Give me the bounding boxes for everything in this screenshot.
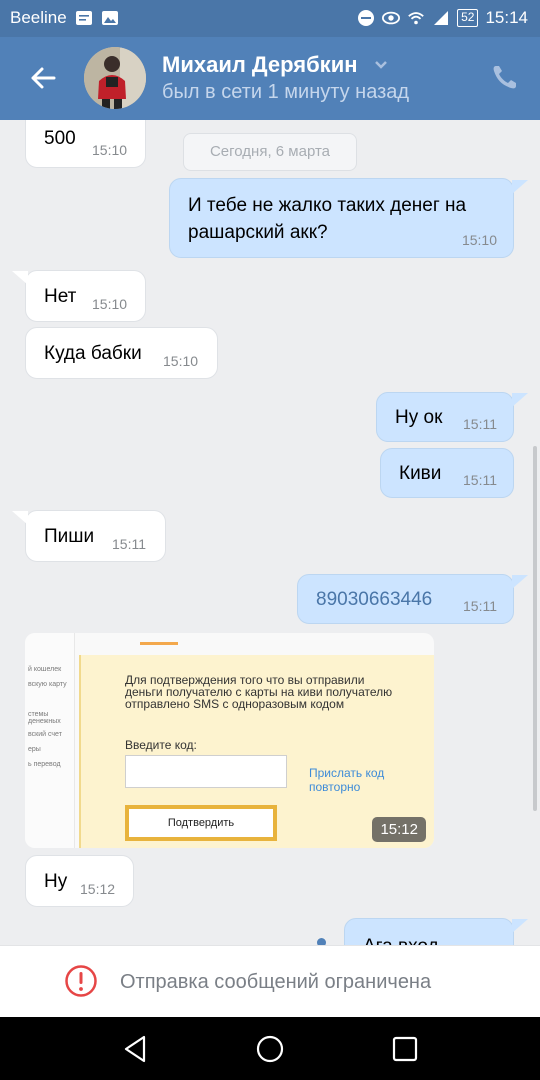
- message-outgoing[interactable]: Ну ок 15:11: [376, 392, 514, 442]
- screenshot-sidebar-item: вскую карту: [28, 681, 67, 688]
- screenshot-sidebar: й кошелек вскую карту стемы денежных вск…: [25, 633, 75, 848]
- message-incoming[interactable]: Куда бабки 15:10: [25, 327, 218, 379]
- message-text: Нет: [44, 286, 77, 307]
- message-time: 15:12: [80, 881, 116, 897]
- call-button[interactable]: [490, 62, 520, 92]
- carrier-label: Beeline: [10, 8, 67, 27]
- chat-header: Михаил Дерябкин был в сети 1 минуту наза…: [0, 37, 540, 120]
- screenshot-resend-link: Прислать код повторно: [309, 766, 385, 794]
- date-separator: Сегодня, 6 марта: [183, 133, 357, 171]
- message-outgoing[interactable]: Киви 15:11: [380, 448, 514, 498]
- screenshot-sidebar-item: ь перевод: [28, 761, 61, 768]
- arrow-left-icon: [31, 67, 56, 89]
- message-text: Ну: [44, 871, 68, 892]
- messaging-restricted-bar: Отправка сообщений ограничена: [0, 945, 540, 1017]
- bubble-tail: [12, 511, 28, 525]
- message-time: 15:10: [461, 232, 497, 248]
- circle-home-icon: [256, 1035, 284, 1063]
- message-text: Киви: [399, 463, 442, 484]
- system-navigation-bar: [0, 1017, 540, 1080]
- message-outgoing[interactable]: Ага вход: [344, 918, 514, 945]
- image-icon: [101, 9, 119, 27]
- screenshot-code-input: [125, 755, 287, 788]
- image-attachment[interactable]: й кошелек вскую карту стемы денежных вск…: [25, 633, 434, 848]
- message-text: И тебе не жалко таких денег на рашарский…: [188, 195, 467, 243]
- message-time: 15:11: [463, 598, 497, 614]
- message-text: Ага вход: [363, 933, 439, 945]
- message-time: 15:11: [463, 472, 497, 488]
- message-incoming[interactable]: Пиши 15:11: [25, 510, 166, 562]
- screenshot-tab-indicator: [140, 642, 178, 645]
- message-text: 500: [44, 128, 76, 149]
- contact-name[interactable]: Михаил Дерябкин: [162, 52, 358, 78]
- screenshot-code-label: Введите код:: [125, 738, 197, 752]
- back-button[interactable]: [24, 59, 62, 97]
- message-time: 15:10: [163, 353, 199, 369]
- screenshot-sidebar-item: еры: [28, 746, 41, 753]
- message-incoming[interactable]: Нет 15:10: [25, 270, 146, 322]
- nav-home-button[interactable]: [255, 1034, 285, 1064]
- eye-icon: [382, 9, 401, 27]
- screenshot-sidebar-item: й кошелек: [28, 666, 62, 673]
- screenshot-sidebar-item: стемы денежных: [28, 711, 61, 725]
- warning-icon: [64, 964, 98, 998]
- bubble-tail: [512, 919, 528, 933]
- nav-back-button[interactable]: [120, 1034, 150, 1064]
- restricted-message-text: Отправка сообщений ограничена: [120, 971, 432, 993]
- square-recents-icon: [392, 1036, 418, 1062]
- last-seen-status: был в сети 1 минуту назад: [162, 81, 410, 103]
- notification-icon: [75, 9, 93, 27]
- message-time: 15:12: [372, 817, 426, 842]
- nav-recents-button[interactable]: [390, 1034, 420, 1064]
- triangle-back-icon: [124, 1035, 146, 1063]
- bubble-tail: [512, 180, 528, 194]
- status-bar: Beeline 52 15:14: [0, 0, 540, 37]
- do-not-disturb-icon: [357, 9, 375, 27]
- message-text: Пиши: [44, 526, 95, 547]
- screenshot-info-text: Для подтверждения того что вы отправили …: [125, 673, 393, 711]
- scrollbar[interactable]: [533, 446, 537, 811]
- message-incoming[interactable]: 500 15:10: [25, 120, 146, 168]
- message-time: 15:10: [92, 142, 128, 158]
- chevron-down-icon[interactable]: [374, 58, 388, 72]
- message-incoming[interactable]: Ну 15:12: [25, 855, 134, 907]
- message-outgoing[interactable]: 89030663446 15:11: [297, 574, 514, 624]
- phone-number-link[interactable]: 89030663446: [316, 586, 432, 613]
- avatar[interactable]: [84, 47, 146, 109]
- wifi-icon: [407, 9, 425, 27]
- message-time: 15:10: [92, 296, 128, 312]
- battery-indicator: 52: [457, 9, 479, 27]
- message-time: 15:11: [463, 416, 497, 432]
- message-text: Ну ок: [395, 407, 443, 428]
- message-text: Куда бабки: [44, 343, 142, 364]
- bubble-tail: [512, 575, 528, 589]
- screenshot-sidebar-item: вский счет: [28, 731, 62, 738]
- unread-dot: [317, 938, 326, 945]
- bubble-tail: [512, 393, 528, 407]
- phone-icon: [493, 66, 516, 89]
- signal-icon: [432, 9, 450, 27]
- clock: 15:14: [485, 8, 528, 27]
- message-time: 15:11: [112, 536, 146, 552]
- screenshot-confirm-button: Подтвердить: [125, 805, 277, 841]
- message-list[interactable]: Сегодня, 6 марта 500 15:10 И тебе не жал…: [0, 120, 540, 945]
- bubble-tail: [12, 271, 28, 285]
- message-outgoing[interactable]: И тебе не жалко таких денег на рашарский…: [169, 178, 514, 258]
